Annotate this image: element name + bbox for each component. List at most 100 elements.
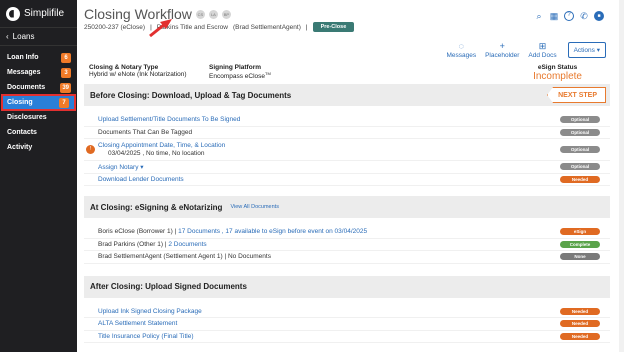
list-item: Upload Ink Signed Closing Package Needed [84,306,610,318]
scrollbar[interactable] [619,0,624,352]
sidebar-item-loan-info[interactable]: Loan Info 6 [0,50,77,65]
appointment-details: 03/04/2025 , No time, No location [108,150,205,157]
sidebar-item-label: Messages [7,69,41,76]
actions-dropdown-button[interactable]: Actions ▾ [567,42,606,58]
back-label: Loans [12,32,35,41]
status-badge: Needed [560,332,600,340]
signer-row: Brad SettlementAgent (Settlement Agent 1… [98,253,271,261]
status-badge: Complete [560,240,600,248]
sidebar: Simplifile ‹ Loans Loan Info 6 Messages … [0,0,77,352]
sidebar-item-closing[interactable]: Closing 7 [1,94,76,111]
separator: | [305,23,308,31]
status-badge: Needed [560,175,600,183]
plus-icon: + [499,41,505,51]
warning-icon: ! [86,145,95,154]
status-badge: None [560,253,600,261]
caret-down-icon: ▾ [596,47,600,54]
search-icon[interactable]: ⌕ [534,11,544,21]
avatar[interactable]: LA [208,9,218,19]
table-row: Brad SettlementAgent (Settlement Agent 1… [84,251,610,264]
status-badge: Optional [560,128,600,136]
agent-name: (Brad SettlementAgent) [232,23,301,31]
section-title: Before Closing: Download, Upload & Tag D… [90,90,292,100]
status-badge: Optional [560,116,600,124]
esign-status-value: Incomplete [533,71,582,82]
add-docs-icon: ⊞ [538,41,547,51]
map-icon[interactable]: ▦ [549,11,559,21]
closing-appointment-link[interactable]: Closing Appointment Date, Time, & Locati… [98,142,225,149]
esign-status: eSign Status Incomplete [533,64,582,82]
action-label: Messages [446,52,477,59]
upload-settlement-link[interactable]: Upload Settlement/Title Documents To Be … [98,116,240,123]
signing-platform-info: Signing Platform Encompass eCloseTM [209,64,271,80]
status-badge: Needed [560,320,600,328]
sidebar-item-label: Contacts [7,129,37,136]
signer-documents-link[interactable]: 17 Documents , 17 available to eSign bef… [178,228,367,235]
status-badge: Optional [560,163,600,171]
signing-platform-label: Signing Platform [209,64,261,71]
actions-row: ◌ Messages + Placeholder ⊞ Add Docs Acti… [446,42,606,59]
actions-button-label: Actions [573,47,595,54]
sidebar-item-messages[interactable]: Messages 3 [0,65,77,80]
list-item: Assign Notary ▾ Optional [84,161,610,174]
loan-id: 250200-237 (eClose) [84,23,146,31]
video-icon[interactable]: ■ [594,11,604,21]
status-badge: eSign [560,228,600,236]
count-badge: 7 [59,97,69,108]
workflow-content: Before Closing: Download, Upload & Tag D… [84,84,610,343]
logo[interactable]: Simplifile [0,0,77,28]
caret-down-icon: ▾ [140,163,144,171]
list-item: ! Closing Appointment Date, Time, & Loca… [84,139,610,161]
list-item: Upload Settlement/Title Documents To Be … [84,114,610,127]
messages-action[interactable]: ◌ Messages [446,41,477,60]
list-item: ALTA Settlement Statement Needed [84,318,610,331]
table-row: Boris eClose (Borrower 1) | 17 Documents… [84,226,610,239]
section-title: At Closing: eSigning & eNotarizing [90,202,223,212]
add-docs-action[interactable]: ⊞ Add Docs [528,41,557,60]
placeholder-action[interactable]: + Placeholder [485,41,519,60]
list-item: Download Lender Documents Needed [84,174,610,186]
sidebar-item-label: Documents [7,84,46,91]
avatar[interactable]: CS [195,9,205,19]
sidebar-item-disclosures[interactable]: Disclosures [0,110,77,125]
sidebar-item-label: Loan Info [7,54,39,61]
action-label: Add Docs [528,52,557,59]
before-closing-header: Before Closing: Download, Upload & Tag D… [84,84,610,106]
loan-subtitle: 250200-237 (eClose) | Parkins Title and … [84,22,355,32]
signer-name: Brad Parkins (Other 1) [98,240,164,248]
esign-status-label: eSign Status [537,64,578,71]
sidebar-item-documents[interactable]: Documents 39 [0,80,77,95]
page-title: Closing Workflow [84,6,192,22]
after-closing-header: After Closing: Upload Signed Documents [84,275,610,298]
chat-icon: ◌ [458,41,464,51]
sidebar-item-activity[interactable]: Activity [0,140,77,155]
alta-statement-link[interactable]: ALTA Settlement Statement [98,320,177,327]
closing-type-label: Closing & Notary Type [89,64,159,71]
download-lender-docs-link[interactable]: Download Lender Documents [98,176,184,183]
help-icon[interactable]: ? [564,11,574,21]
trademark: TM [265,71,271,76]
signing-platform-value: Encompass eClose [209,73,265,81]
back-to-loans[interactable]: ‹ Loans [0,28,77,46]
signer-documents-link[interactable]: 2 Documents [168,241,206,248]
closing-type-value: Hybrid w/ eNote (Ink Notarization) [89,71,187,78]
top-icon-bar: ⌕ ▦ ? ✆ ■ [534,11,604,21]
avatar[interactable]: BP [221,9,231,19]
company-name: Parkins Title and Escrow [156,23,228,31]
sidebar-item-contacts[interactable]: Contacts [0,125,77,140]
title-insurance-link[interactable]: Title Insurance Policy (Final Title) [98,333,194,340]
pre-close-button[interactable]: Pre-Close [312,22,355,32]
sidebar-item-label: Disclosures [7,114,47,121]
count-badge: 3 [61,67,71,78]
status-badge: Needed [560,307,600,315]
list-item: Documents That Can Be Tagged Optional [84,127,610,139]
signer-name: Boris eClose (Borrower 1) [98,228,173,236]
phone-icon[interactable]: ✆ [579,11,589,21]
sidebar-item-label: Activity [7,144,33,151]
view-all-documents-link[interactable]: View All Documents [230,204,279,210]
signer-row: Boris eClose (Borrower 1) | 17 Documents… [98,228,368,236]
assign-notary-dropdown[interactable]: Assign Notary ▾ [98,163,144,171]
separator: | [150,23,152,31]
upload-ink-signed-link[interactable]: Upload Ink Signed Closing Package [98,308,202,315]
page-header: Closing Workflow CS LA BP 250200-237 (eC… [77,0,624,82]
